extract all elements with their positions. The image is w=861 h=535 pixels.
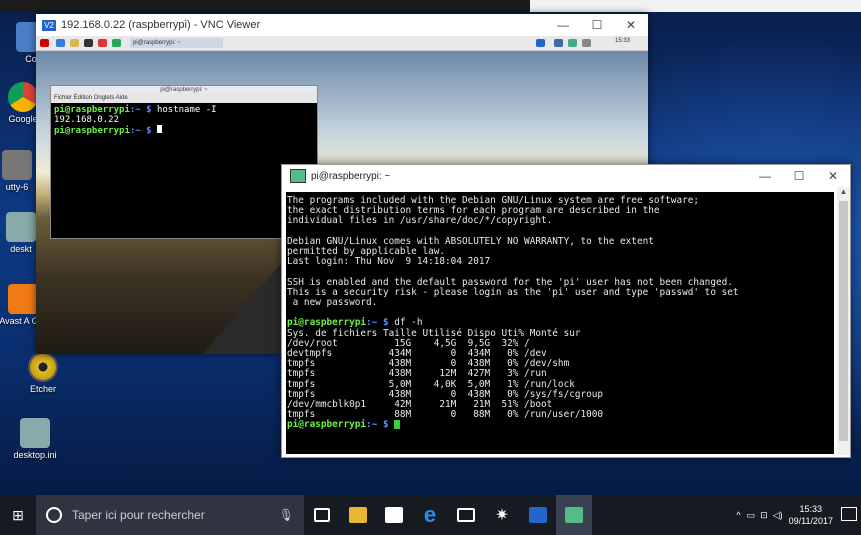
action-center-icon[interactable]: [841, 507, 857, 521]
task-view-icon[interactable]: [304, 495, 340, 535]
putty-scrollbar[interactable]: ▲: [837, 187, 850, 455]
vnc-viewer-taskbar-icon[interactable]: [520, 495, 556, 535]
mail-icon[interactable]: [448, 495, 484, 535]
terminal-icon[interactable]: [84, 39, 93, 47]
vnc-server-icon[interactable]: [536, 39, 545, 47]
volume-icon[interactable]: ◁): [773, 510, 783, 521]
battery-icon[interactable]: ▭: [747, 510, 756, 521]
wifi-icon[interactable]: [568, 39, 577, 47]
remote-taskbar-tab[interactable]: pi@raspberrypi: ~: [130, 38, 223, 48]
vnc-window-title: 192.168.0.22 (raspberrypi) - VNC Viewer: [61, 19, 261, 31]
browser-icon[interactable]: [56, 39, 65, 47]
maximize-button[interactable]: ☐: [782, 169, 816, 183]
raspberry-menu-icon[interactable]: [40, 39, 49, 47]
microphone-icon[interactable]: 🎙: [279, 508, 294, 522]
putty-icon: [290, 169, 306, 183]
desktop-icon-desktop-ini[interactable]: desktop.ini: [4, 418, 66, 460]
pi-terminal-title: pi@raspberrypi: ~: [51, 86, 317, 94]
motd-line: individual files in /usr/share/doc/*/cop…: [287, 215, 553, 227]
desktop-icon-etcher[interactable]: Etcher: [12, 352, 74, 394]
search-placeholder: Taper ici pour rechercher: [72, 508, 205, 522]
app-icon[interactable]: [98, 39, 107, 47]
cursor: [156, 125, 162, 133]
prompt-user: pi@raspberrypi: [287, 419, 367, 431]
chevron-up-icon[interactable]: ^: [736, 510, 740, 520]
scroll-thumb[interactable]: [839, 201, 848, 441]
top-strip-right: [530, 0, 861, 12]
store-icon[interactable]: [376, 495, 412, 535]
remote-clock: 15:33: [614, 38, 630, 44]
putty-terminal[interactable]: The programs included with the Debian GN…: [286, 192, 834, 454]
putty-icon: [2, 150, 32, 180]
chrome-icon: [8, 82, 38, 112]
prompt-user: pi@raspberrypi: [54, 105, 130, 115]
folder-icon[interactable]: [70, 39, 79, 47]
prompt-user: pi@raspberrypi: [54, 126, 130, 136]
etcher-icon: [28, 352, 58, 382]
putty-window[interactable]: pi@raspberrypi: ~ — ☐ ✕ The programs inc…: [281, 164, 851, 458]
volume-icon[interactable]: [582, 39, 591, 47]
file-explorer-icon[interactable]: [340, 495, 376, 535]
gear-file-icon: [20, 418, 50, 448]
brightness-icon[interactable]: ✷: [484, 495, 520, 535]
vnc-title-bar[interactable]: V2 192.168.0.22 (raspberrypi) - VNC View…: [36, 14, 648, 37]
desktop-icon-label: deskt: [10, 244, 32, 254]
prompt-path: :~ $: [129, 126, 152, 136]
desktop-icon-label: Google: [8, 114, 38, 124]
vnc-logo-icon: V2: [42, 19, 56, 31]
pi-terminal-menu[interactable]: Fichier Édition Onglets Aide: [51, 94, 317, 103]
cursor: [394, 420, 401, 430]
prompt-path: :~ $: [129, 105, 152, 115]
close-button[interactable]: ✕: [614, 18, 648, 32]
windows-start-icon[interactable]: ⊞: [0, 507, 36, 524]
bluetooth-icon[interactable]: [554, 39, 563, 47]
command-output: 192.168.0.22: [54, 115, 120, 125]
app-icon[interactable]: [112, 39, 121, 47]
desktop-icon-label: desktop.ini: [13, 450, 57, 460]
putty-title-bar[interactable]: pi@raspberrypi: ~ — ☐ ✕: [282, 165, 850, 187]
gear-file-icon: [6, 212, 36, 242]
desktop-icon-label: Etcher: [29, 384, 56, 394]
top-strip: [0, 0, 530, 12]
network-icon[interactable]: ⊡: [760, 510, 768, 521]
command-text: hostname -I: [151, 105, 217, 115]
search-box[interactable]: Taper ici pour rechercher 🎙: [36, 495, 304, 535]
vnc-remote-panel: pi@raspberrypi: ~ 15:33: [36, 36, 648, 51]
putty-taskbar-icon[interactable]: [556, 495, 592, 535]
taskbar-date: 09/11/2017: [788, 516, 833, 526]
desktop-icon-label: utty-6: [5, 182, 29, 192]
edge-icon[interactable]: e: [412, 495, 448, 535]
taskbar-time: 15:33: [799, 504, 823, 514]
pi-terminal-output[interactable]: pi@raspberrypi:~ $ hostname -I 192.168.0…: [51, 103, 317, 138]
putty-window-title: pi@raspberrypi: ~: [311, 170, 391, 182]
system-tray: ^ ▭ ⊡ ◁) 15:33 09/11/2017: [736, 495, 833, 535]
cortana-icon: [46, 507, 62, 523]
close-button[interactable]: ✕: [816, 169, 850, 183]
pi-terminal-window[interactable]: pi@raspberrypi: ~ Fichier Édition Onglet…: [50, 85, 318, 239]
taskbar: ⊞ Taper ici pour rechercher 🎙 e ✷ ^ ▭ ⊡ …: [0, 495, 861, 535]
taskbar-clock[interactable]: 15:33 09/11/2017: [789, 503, 833, 527]
motd-line: Last login: Thu Nov 9 14:18:04 2017: [287, 256, 491, 268]
scroll-up-icon[interactable]: ▲: [837, 187, 850, 199]
maximize-button[interactable]: ☐: [580, 18, 614, 32]
motd-line: a new password.: [287, 297, 378, 309]
minimize-button[interactable]: —: [748, 169, 782, 183]
avast-icon: [8, 284, 38, 314]
prompt-path: :~ $: [366, 419, 389, 431]
minimize-button[interactable]: —: [546, 18, 580, 32]
